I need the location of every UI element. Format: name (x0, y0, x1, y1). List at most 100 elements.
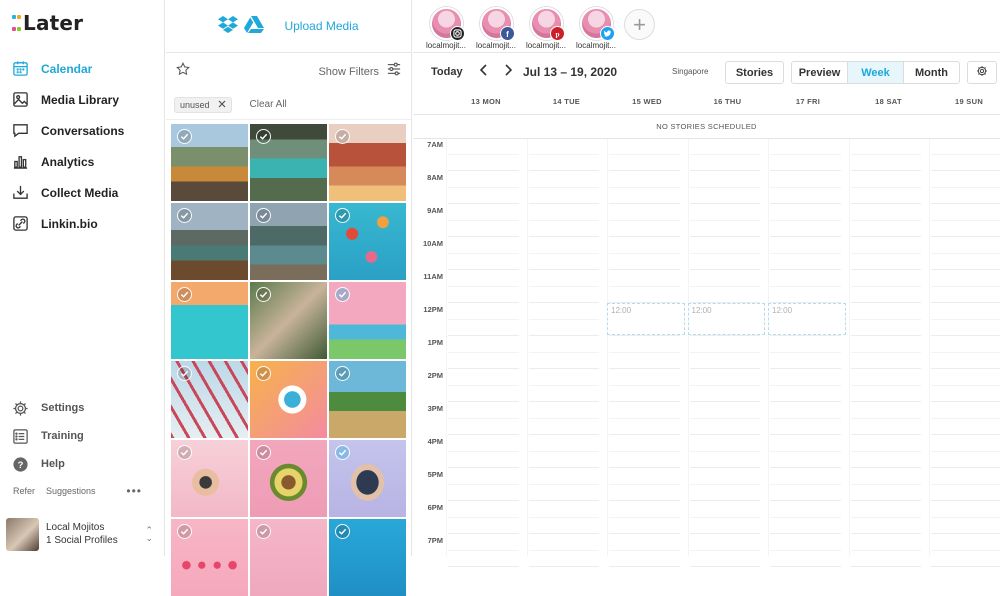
checkmark-icon[interactable] (256, 129, 271, 144)
view-week[interactable]: Week (848, 62, 904, 83)
chevron-left-icon[interactable] (479, 64, 489, 79)
nav-item-help[interactable]: ? Help (0, 450, 165, 478)
calendar-settings-button[interactable] (967, 61, 997, 84)
checkmark-icon[interactable] (256, 445, 271, 460)
media-thumbnail[interactable] (171, 361, 248, 438)
refer-link[interactable]: Refer (13, 486, 35, 496)
pinterest-icon: p (549, 26, 565, 41)
hour-slot-line (689, 500, 760, 501)
nav-item-linkin-bio[interactable]: Linkin.bio (0, 208, 165, 239)
media-thumbnail[interactable] (250, 282, 327, 359)
checkmark-icon[interactable] (335, 524, 350, 539)
social-profile-twitter[interactable]: localmojit... (572, 7, 620, 50)
media-thumbnail[interactable] (329, 519, 406, 596)
media-thumbnail[interactable] (171, 124, 248, 201)
checkmark-icon[interactable] (335, 129, 350, 144)
checkmark-icon[interactable] (177, 524, 192, 539)
checkmark-icon[interactable] (177, 366, 192, 381)
checkmark-icon[interactable] (177, 129, 192, 144)
checkmark-icon[interactable] (335, 287, 350, 302)
show-filters-button[interactable]: Show Filters (318, 66, 379, 78)
checkmark-icon[interactable] (335, 208, 350, 223)
clear-all-button[interactable]: Clear All (250, 99, 287, 110)
checkmark-icon[interactable] (256, 524, 271, 539)
media-thumbnail[interactable] (329, 203, 406, 280)
day-header: 14 TUE (552, 97, 581, 106)
google-drive-icon[interactable] (244, 15, 265, 38)
add-profile-button[interactable]: + (624, 9, 655, 40)
media-thumbnail[interactable] (329, 282, 406, 359)
hour-slot-line (850, 566, 921, 567)
chevron-updown-icon: ⌃ ⌄ (145, 525, 153, 543)
media-thumbnail[interactable] (250, 203, 327, 280)
nav-item-settings[interactable]: Settings (0, 394, 165, 422)
filter-sliders-icon[interactable] (387, 62, 401, 81)
half-hour-line (528, 352, 599, 353)
twitter-icon (599, 26, 615, 41)
media-thumbnail[interactable] (329, 124, 406, 201)
half-hour-line (770, 451, 841, 452)
nav-item-conversations[interactable]: Conversations (0, 115, 165, 146)
checkmark-icon[interactable] (177, 287, 192, 302)
media-thumbnail[interactable] (171, 203, 248, 280)
media-thumbnail[interactable] (329, 440, 406, 517)
media-thumbnail[interactable] (171, 282, 248, 359)
view-month[interactable]: Month (904, 62, 959, 83)
media-thumbnail[interactable] (171, 519, 248, 596)
social-profile-pinterest[interactable]: p localmojit... (522, 7, 570, 50)
social-profile-facebook[interactable]: f localmojit... (472, 7, 520, 50)
hour-slot-line (770, 566, 841, 567)
social-profile-instagram[interactable]: localmojit... (422, 7, 470, 50)
avatar (6, 517, 39, 551)
half-hour-line (689, 451, 760, 452)
nav-label: Help (41, 458, 65, 470)
timezone-label[interactable]: Singapore (672, 67, 708, 76)
close-icon[interactable] (218, 100, 226, 110)
checkmark-icon[interactable] (177, 208, 192, 223)
upload-media-button[interactable]: Upload Media (284, 19, 358, 33)
checkmark-icon[interactable] (256, 287, 271, 302)
media-thumbnail[interactable] (250, 361, 327, 438)
profile-handle: localmojit... (475, 41, 516, 50)
checkmark-icon[interactable] (256, 366, 271, 381)
suggestions-link[interactable]: Suggestions (46, 486, 96, 496)
nav-item-training[interactable]: Training (0, 422, 165, 450)
hour-slot-line (528, 236, 599, 237)
media-thumbnail[interactable] (250, 519, 327, 596)
media-thumbnail[interactable] (329, 361, 406, 438)
today-button[interactable]: Today (431, 66, 463, 78)
profile-switcher[interactable]: Local Mojitos 1 Social Profiles ⌃ ⌄ (0, 512, 165, 556)
time-slot[interactable]: 12:00 (607, 303, 685, 335)
hour-slot-line (448, 434, 519, 435)
active-tags: unused Clear All (166, 90, 411, 120)
tag-chip[interactable]: unused (174, 96, 232, 113)
time-slot[interactable]: 12:00 (768, 303, 846, 335)
hour-slot-line (448, 566, 519, 567)
view-preview[interactable]: Preview (792, 62, 848, 83)
nav-item-media-library[interactable]: Media Library (0, 84, 165, 115)
checkmark-icon[interactable] (335, 445, 350, 460)
chevron-right-icon[interactable] (503, 64, 513, 79)
time-slot[interactable]: 12:00 (687, 303, 765, 335)
media-thumbnail[interactable] (171, 440, 248, 517)
later-logo[interactable]: Later (12, 10, 83, 36)
checkmark-icon[interactable] (256, 208, 271, 223)
half-hour-line (448, 220, 519, 221)
social-profiles-bar: + localmojit... f localmojit... p localmojit… (413, 0, 1000, 53)
star-icon[interactable] (176, 62, 190, 81)
media-thumbnail[interactable] (250, 124, 327, 201)
nav-item-collect-media[interactable]: Collect Media (0, 177, 165, 208)
hour-slot-line (931, 566, 1000, 567)
dropbox-icon[interactable] (218, 15, 239, 38)
checkmark-icon[interactable] (335, 366, 350, 381)
instagram-icon (449, 26, 465, 41)
day-column-divider (446, 139, 447, 556)
hour-slot-line (689, 236, 760, 237)
stories-button[interactable]: Stories (725, 61, 784, 84)
more-menu-icon[interactable]: ••• (126, 484, 142, 498)
half-hour-line (448, 286, 519, 287)
media-thumbnail[interactable] (250, 440, 327, 517)
checkmark-icon[interactable] (177, 445, 192, 460)
nav-item-analytics[interactable]: Analytics (0, 146, 165, 177)
nav-item-calendar[interactable]: Calendar (0, 53, 165, 84)
